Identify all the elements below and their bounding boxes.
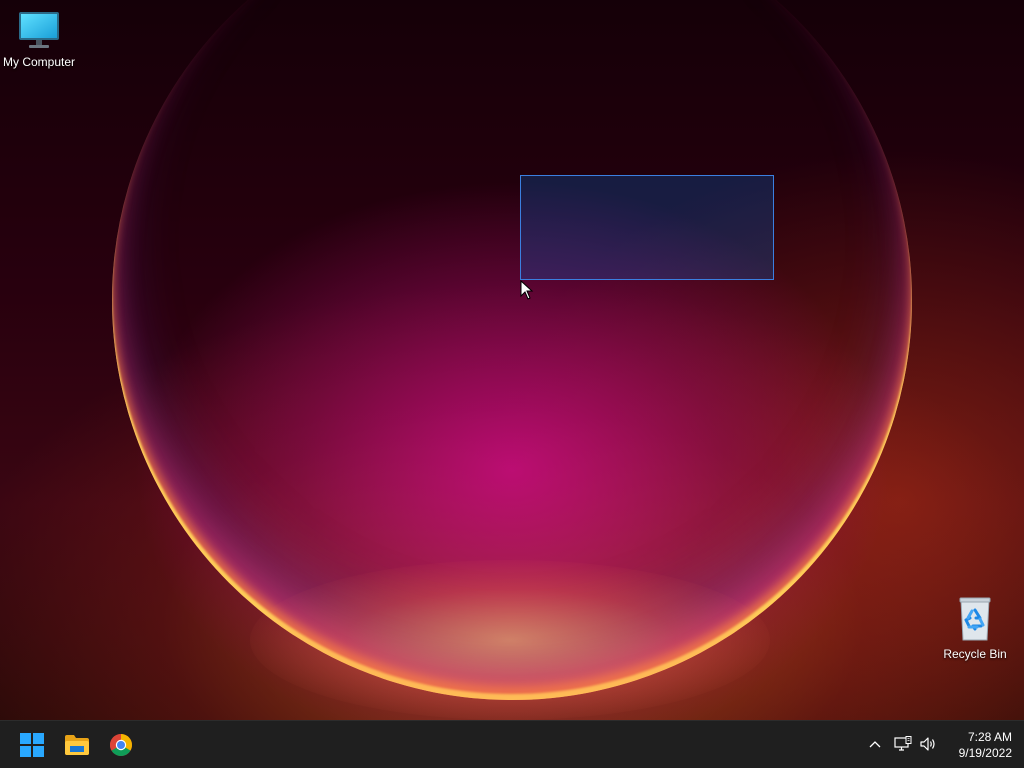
network-tray-button[interactable] xyxy=(892,733,914,755)
wallpaper-glow xyxy=(250,560,770,720)
folder-icon xyxy=(65,735,89,755)
windows-logo-icon xyxy=(20,733,44,757)
start-button[interactable] xyxy=(14,727,50,763)
chevron-up-icon xyxy=(869,741,881,748)
taskbar: 7:28 AM 9/19/2022 xyxy=(0,720,1024,768)
recycle-bin-icon xyxy=(959,597,991,641)
mouse-pointer-icon xyxy=(520,280,534,300)
chrome-button[interactable] xyxy=(103,727,139,763)
show-hidden-icons-button[interactable] xyxy=(864,733,886,755)
monitor-icon xyxy=(19,12,59,48)
clock-time: 7:28 AM xyxy=(967,730,1012,744)
taskbar-clock[interactable]: 7:28 AM 9/19/2022 xyxy=(942,729,1012,761)
my-computer-label: My Computer xyxy=(2,55,76,69)
chrome-icon xyxy=(110,734,132,756)
my-computer-desktop-icon[interactable]: My Computer xyxy=(0,10,79,69)
volume-tray-button[interactable] xyxy=(917,733,939,755)
file-explorer-button[interactable] xyxy=(59,727,95,763)
desktop-background[interactable]: My Computer Recycle Bin xyxy=(0,0,1024,720)
recycle-bin-desktop-icon[interactable]: Recycle Bin xyxy=(935,596,1015,661)
network-icon xyxy=(894,736,912,751)
volume-icon xyxy=(920,737,935,751)
drag-selection-rectangle xyxy=(520,175,774,280)
clock-date: 9/19/2022 xyxy=(958,746,1012,760)
recycle-bin-label: Recycle Bin xyxy=(943,647,1007,661)
